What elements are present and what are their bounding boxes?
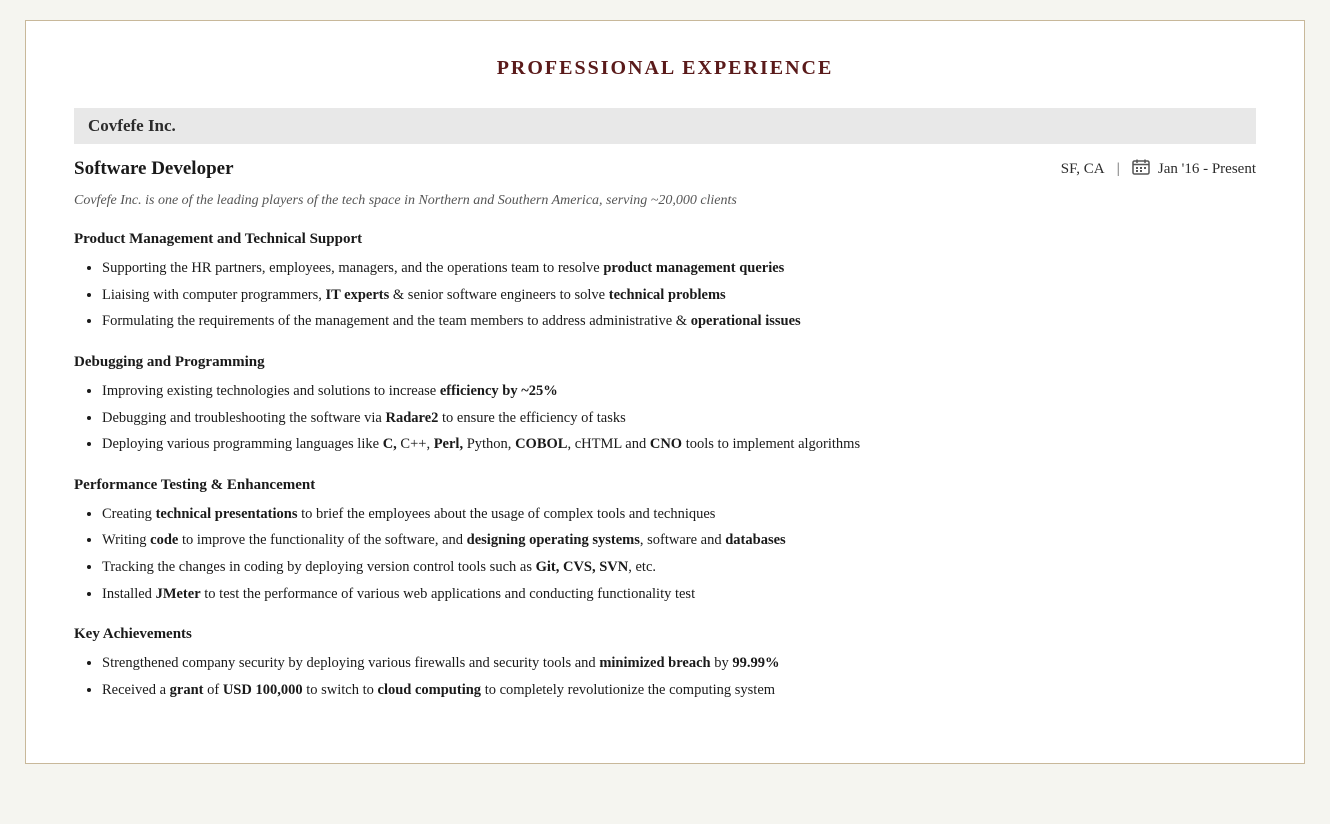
bold-text: Git, CVS, SVN xyxy=(536,559,629,575)
regular-text: Python, xyxy=(463,436,515,452)
list-item: Debugging and troubleshooting the softwa… xyxy=(102,406,1256,431)
bold-text: Perl, xyxy=(434,436,463,452)
bold-text: C, xyxy=(383,436,397,452)
regular-text: Received a xyxy=(102,682,170,698)
regular-text: Installed xyxy=(102,586,156,602)
bold-text: cloud computing xyxy=(378,682,482,698)
regular-text: , cHTML and xyxy=(567,436,649,452)
section-title: PROFESSIONAL EXPERIENCE xyxy=(74,57,1256,80)
list-item: Received a grant of USD 100,000 to switc… xyxy=(102,678,1256,703)
bold-text: grant xyxy=(170,682,204,698)
date-range: Jan '16 - Present xyxy=(1158,161,1256,178)
regular-text: , software and xyxy=(640,532,725,548)
regular-text: Formulating the requirements of the mana… xyxy=(102,313,691,329)
list-item: Creating technical presentations to brie… xyxy=(102,502,1256,527)
regular-text: Improving existing technologies and solu… xyxy=(102,383,440,399)
subsection-title: Performance Testing & Enhancement xyxy=(74,477,1256,494)
calendar-icon xyxy=(1132,159,1150,180)
regular-text: to improve the functionality of the soft… xyxy=(178,532,466,548)
bold-text: code xyxy=(150,532,178,548)
list-item: Writing code to improve the functionalit… xyxy=(102,528,1256,553)
regular-text: Tracking the changes in coding by deploy… xyxy=(102,559,536,575)
job-title-row: Software Developer SF, CA | Jan '16 - Pr… xyxy=(74,158,1256,180)
location: SF, CA xyxy=(1061,161,1105,178)
list-item: Supporting the HR partners, employees, m… xyxy=(102,256,1256,281)
subsection: Key Achievements Strengthened company sec… xyxy=(74,626,1256,702)
subsection: Performance Testing & Enhancement Creatin… xyxy=(74,477,1256,607)
job-title: Software Developer xyxy=(74,158,234,180)
bullet-list: Supporting the HR partners, employees, m… xyxy=(74,256,1256,334)
list-item: Deploying various programming languages … xyxy=(102,432,1256,457)
regular-text: , etc. xyxy=(628,559,656,575)
regular-text: Creating xyxy=(102,506,156,522)
subsection: Product Management and Technical Support… xyxy=(74,231,1256,334)
bold-text: CNO xyxy=(650,436,682,452)
list-item: Liaising with computer programmers, IT e… xyxy=(102,283,1256,308)
regular-text: by xyxy=(711,655,733,671)
separator: | xyxy=(1117,161,1120,178)
bullet-list: Improving existing technologies and solu… xyxy=(74,379,1256,457)
bold-text: databases xyxy=(725,532,785,548)
bold-text: operational issues xyxy=(691,313,801,329)
regular-text: of xyxy=(203,682,222,698)
bullet-list: Creating technical presentations to brie… xyxy=(74,502,1256,607)
regular-text: Liaising with computer programmers, xyxy=(102,287,326,303)
list-item: Improving existing technologies and solu… xyxy=(102,379,1256,404)
regular-text: to completely revolutionize the computin… xyxy=(481,682,775,698)
bold-text: minimized breach xyxy=(599,655,710,671)
job-description: Covfefe Inc. is one of the leading playe… xyxy=(74,190,1256,211)
bold-text: 99.99% xyxy=(732,655,779,671)
bold-text: designing operating systems xyxy=(467,532,640,548)
company-header: Covfefe Inc. xyxy=(74,108,1256,144)
subsections-container: Product Management and Technical Support… xyxy=(74,231,1256,703)
regular-text: tools to implement algorithms xyxy=(682,436,860,452)
regular-text: & senior software engineers to solve xyxy=(389,287,608,303)
bold-text: JMeter xyxy=(156,586,201,602)
regular-text: Writing xyxy=(102,532,150,548)
regular-text: to switch to xyxy=(303,682,378,698)
regular-text: Supporting the HR partners, employees, m… xyxy=(102,260,603,276)
regular-text: to test the performance of various web a… xyxy=(201,586,695,602)
regular-text: Debugging and troubleshooting the softwa… xyxy=(102,410,386,426)
regular-text: to ensure the efficiency of tasks xyxy=(438,410,625,426)
bold-text: IT experts xyxy=(326,287,390,303)
list-item: Strengthened company security by deployi… xyxy=(102,651,1256,676)
bold-text: efficiency by ~25% xyxy=(440,383,558,399)
subsection-title: Key Achievements xyxy=(74,626,1256,643)
bold-text: COBOL xyxy=(515,436,567,452)
list-item: Tracking the changes in coding by deploy… xyxy=(102,555,1256,580)
regular-text: to brief the employees about the usage o… xyxy=(297,506,715,522)
company-name: Covfefe Inc. xyxy=(88,116,176,135)
subsection-title: Product Management and Technical Support xyxy=(74,231,1256,248)
bold-text: technical problems xyxy=(609,287,726,303)
regular-text: Strengthened company security by deployi… xyxy=(102,655,599,671)
regular-text: C++, xyxy=(397,436,434,452)
subsection-title: Debugging and Programming xyxy=(74,354,1256,371)
job-meta: SF, CA | Jan '16 - Present xyxy=(1061,159,1256,180)
list-item: Installed JMeter to test the performance… xyxy=(102,582,1256,607)
regular-text: Deploying various programming languages … xyxy=(102,436,383,452)
bold-text: Radare2 xyxy=(386,410,439,426)
list-item: Formulating the requirements of the mana… xyxy=(102,309,1256,334)
bold-text: product management queries xyxy=(603,260,784,276)
bold-text: technical presentations xyxy=(156,506,298,522)
resume-container: PROFESSIONAL EXPERIENCE Covfefe Inc. Sof… xyxy=(25,20,1305,764)
bullet-list: Strengthened company security by deployi… xyxy=(74,651,1256,702)
bold-text: USD 100,000 xyxy=(223,682,303,698)
subsection: Debugging and Programming Improving exist… xyxy=(74,354,1256,457)
